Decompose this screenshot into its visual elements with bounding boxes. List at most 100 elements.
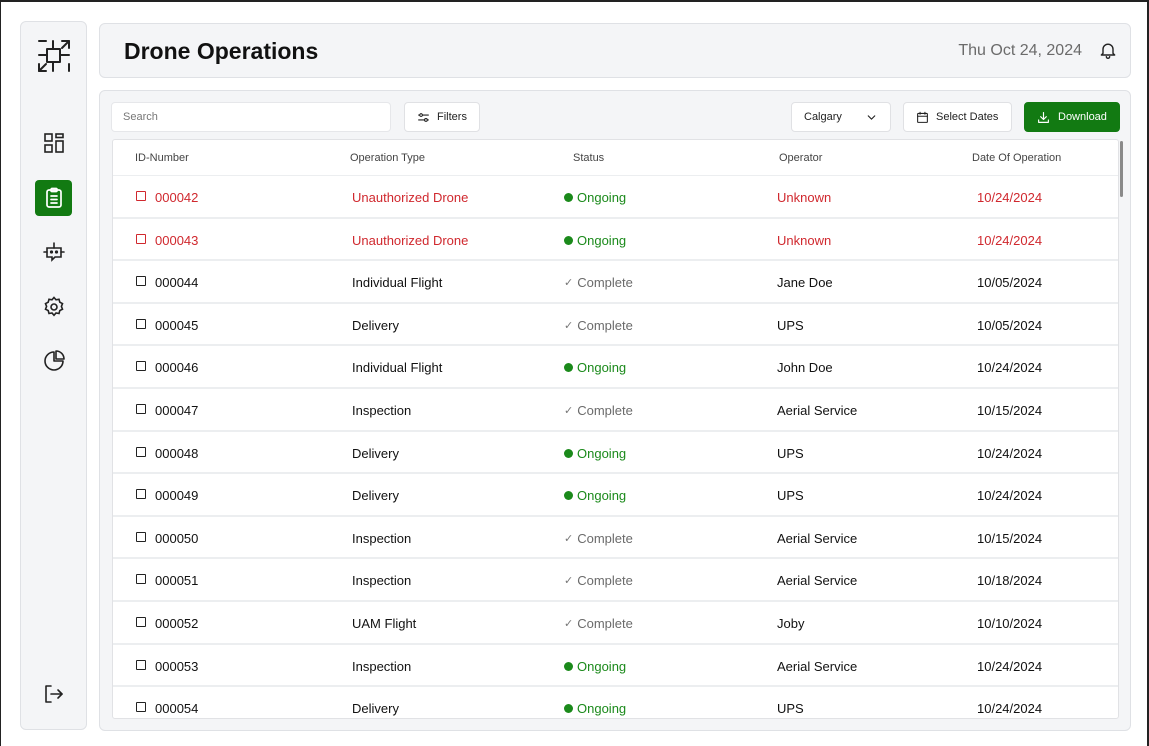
dashboard-icon [43, 133, 64, 153]
ongoing-dot-icon [564, 448, 573, 458]
calendar-icon [917, 111, 928, 123]
cell-id: 000045 [155, 317, 199, 333]
row-checkbox[interactable] [136, 403, 146, 414]
table-row[interactable]: 000050 Inspection ✓ Complete Aerial Service 1… [113, 517, 1118, 560]
table-row[interactable]: 000048 Delivery Ongoing UPS 10/24/2024 [113, 432, 1118, 475]
cell-date: 10/18/2024 [977, 573, 1043, 589]
row-checkbox[interactable] [136, 574, 146, 585]
ongoing-dot-icon [564, 491, 573, 501]
ongoing-dot-icon [564, 235, 573, 245]
status-label: Complete [577, 530, 633, 546]
nav-operations[interactable] [35, 180, 72, 216]
status-label: Complete [577, 573, 633, 589]
logout-button[interactable] [35, 676, 72, 712]
nav-dashboard[interactable] [35, 125, 72, 161]
cell-id: 000046 [155, 360, 199, 376]
cell-id: 000053 [155, 658, 199, 674]
status-label: Complete [577, 275, 633, 291]
status-label: Ongoing [577, 360, 627, 376]
row-checkbox[interactable] [136, 361, 146, 372]
table-row[interactable]: 000044 Individual Flight ✓ Complete Jane Doe… [113, 261, 1118, 304]
row-checkbox[interactable] [136, 191, 146, 201]
table-row[interactable]: 000051 Inspection ✓ Complete Aerial Service 1… [113, 559, 1118, 602]
table-row[interactable]: 000053 Inspection Ongoing Aerial Service 10/… [113, 645, 1118, 688]
row-checkbox[interactable] [136, 446, 146, 457]
column-header-date[interactable]: Date Of Operation [972, 152, 1061, 164]
select-dates-button[interactable]: Select Dates [903, 102, 1012, 132]
download-button[interactable]: Download [1024, 102, 1120, 132]
cell-date: 10/24/2024 [977, 701, 1043, 717]
cell-operator: Unknown [777, 232, 832, 248]
status-label: Ongoing [577, 658, 627, 674]
cell-operator: Aerial Service [777, 402, 858, 418]
table-row[interactable]: 000046 Individual Flight Ongoing John Doe 10… [113, 346, 1118, 389]
cell-operation-type: Delivery [352, 488, 399, 504]
bell-icon[interactable] [1098, 40, 1118, 60]
cell-operation-type: Individual Flight [352, 275, 443, 291]
check-icon: ✓ [564, 404, 574, 417]
column-header-id[interactable]: ID-Number [135, 152, 189, 164]
nav-drones[interactable] [35, 234, 72, 270]
status-label: Complete [577, 317, 633, 333]
row-checkbox[interactable] [136, 616, 146, 627]
page-title: Drone Operations [124, 38, 319, 64]
column-header-type[interactable]: Operation Type [350, 152, 425, 164]
cell-status: ✓ Complete [564, 275, 633, 290]
filters-button[interactable]: Filters [404, 102, 480, 132]
table-row[interactable]: 000054 Delivery Ongoing UPS 10/24/2024 [113, 687, 1118, 718]
drone-frame-icon[interactable] [35, 37, 73, 75]
table-row[interactable]: 000043 Unauthorized Drone Ongoing Unknown 10… [113, 219, 1118, 262]
table-row[interactable]: 000047 Inspection ✓ Complete Aerial Service 1… [113, 389, 1118, 432]
row-checkbox[interactable] [136, 489, 146, 500]
cell-operation-type: UAM Flight [352, 615, 417, 631]
row-checkbox[interactable] [136, 702, 146, 713]
cell-id: 000044 [155, 275, 199, 291]
ongoing-dot-icon [564, 661, 573, 671]
cell-id: 000048 [155, 445, 199, 461]
check-icon: ✓ [564, 532, 574, 545]
search-input[interactable] [111, 102, 391, 132]
row-checkbox[interactable] [136, 233, 146, 244]
download-label: Download [1058, 111, 1107, 123]
row-checkbox[interactable] [136, 318, 146, 329]
cell-operation-type: Inspection [352, 573, 412, 589]
column-header-operator[interactable]: Operator [779, 152, 822, 164]
status-label: Complete [577, 402, 633, 418]
ongoing-dot-icon [564, 193, 573, 202]
row-checkbox[interactable] [136, 531, 146, 542]
cell-operator: John Doe [777, 360, 833, 376]
table-row[interactable]: 000049 Delivery Ongoing UPS 10/24/2024 [113, 474, 1118, 517]
cell-operation-type: Unauthorized Drone [352, 232, 469, 248]
cell-id: 000052 [155, 615, 199, 631]
table-row[interactable]: 000052 UAM Flight ✓ Complete Joby 10/10/2024 [113, 602, 1118, 645]
cell-id: 000051 [155, 573, 199, 589]
logout-icon [44, 685, 63, 703]
cell-date: 10/24/2024 [977, 445, 1043, 461]
cell-status: Ongoing [564, 446, 626, 461]
table-row[interactable]: 000042 Unauthorized Drone Ongoing Unknown 10… [113, 176, 1118, 219]
cell-operator: Aerial Service [777, 573, 858, 589]
sidebar [20, 21, 87, 730]
cell-operator: Jane Doe [777, 275, 833, 291]
cell-id: 000049 [155, 488, 199, 504]
check-icon: ✓ [564, 575, 574, 588]
nav-settings[interactable] [35, 289, 72, 325]
nav-analytics[interactable] [35, 343, 72, 379]
table-row[interactable]: 000045 Delivery ✓ Complete UPS 10/05/2024 [113, 304, 1118, 347]
cell-date: 10/24/2024 [977, 232, 1043, 248]
cell-date: 10/10/2024 [977, 615, 1043, 631]
sliders-icon [418, 112, 429, 122]
cell-date: 10/24/2024 [977, 488, 1043, 504]
row-checkbox[interactable] [136, 659, 146, 670]
city-select[interactable]: Calgary [791, 102, 891, 132]
current-date: Thu Oct 24, 2024 [958, 42, 1082, 59]
row-checkbox[interactable] [136, 276, 146, 287]
cell-operator: UPS [777, 488, 804, 504]
table-scrollbar[interactable] [1120, 141, 1123, 197]
cell-operator: Aerial Service [777, 658, 858, 674]
check-icon: ✓ [564, 319, 574, 332]
column-header-status[interactable]: Status [573, 152, 604, 164]
ongoing-dot-icon [564, 704, 573, 714]
cell-date: 10/24/2024 [977, 658, 1043, 674]
status-label: Ongoing [577, 190, 627, 205]
